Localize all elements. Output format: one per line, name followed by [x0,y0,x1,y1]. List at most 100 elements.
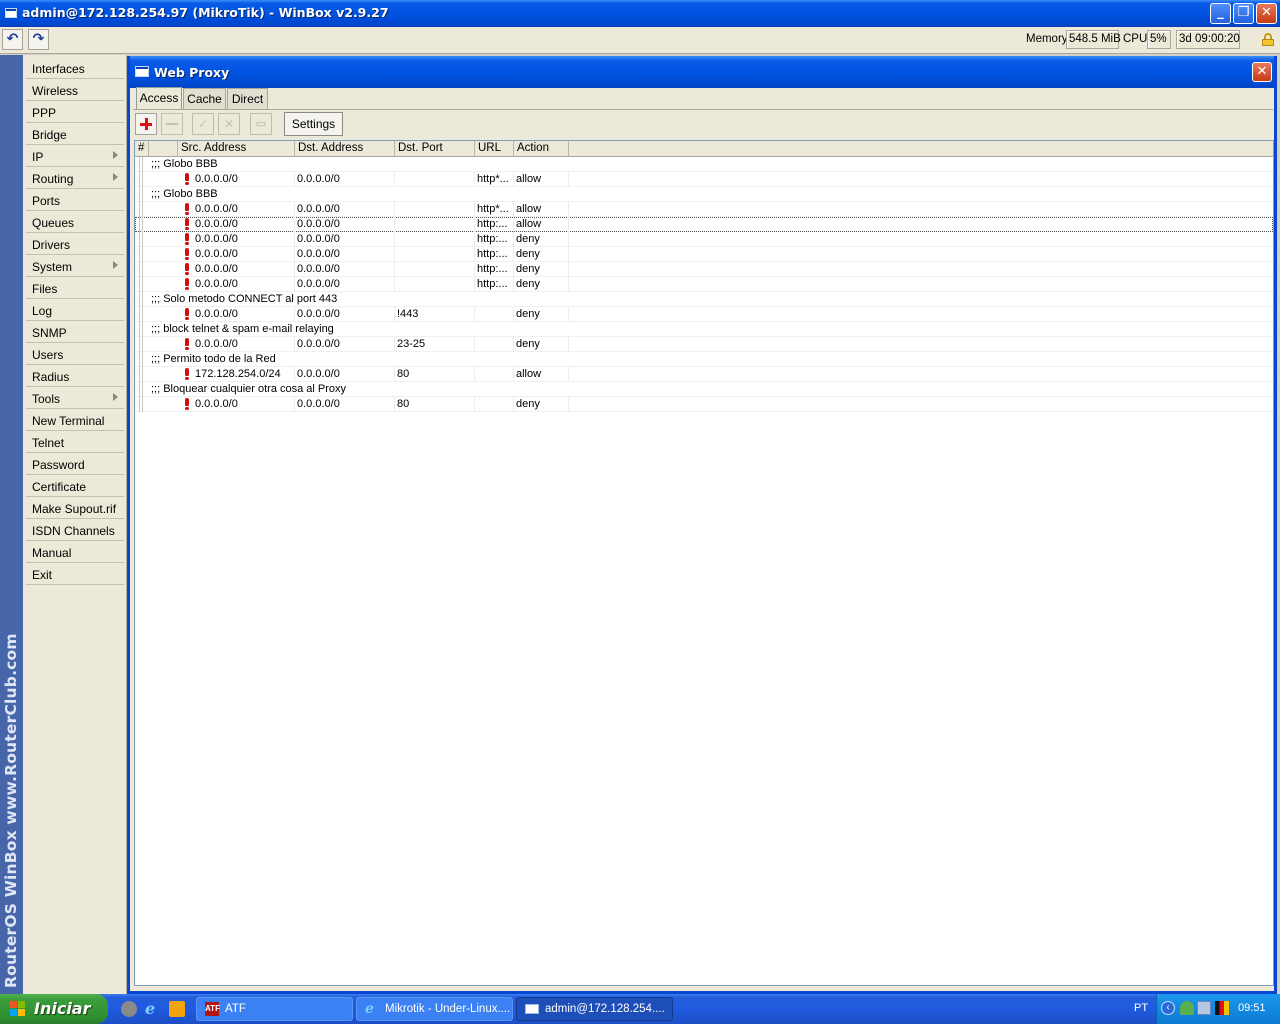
column-header-url[interactable]: URL [475,141,514,157]
sidebar-item-routing[interactable]: Routing [26,167,124,189]
sidebar-item-log[interactable]: Log [26,299,124,321]
dst-address-cell: 0.0.0.0/0 [297,173,340,185]
sidebar-item-queues[interactable]: Queues [26,211,124,233]
enable-button[interactable]: ✓ [192,113,214,135]
task-mikrotik-label: Mikrotik - Under-Linux.... [385,1003,511,1015]
sidebar-item-interfaces[interactable]: Interfaces [26,57,124,79]
src-address-cell: 0.0.0.0/0 [195,248,238,260]
language-indicator[interactable]: PT [1134,1002,1148,1014]
sidebar-item-new-terminal[interactable]: New Terminal [26,409,124,431]
sidebar-item-label: PPP [32,106,57,120]
row-grip [139,397,143,412]
remove-button[interactable] [161,113,183,135]
action-cell: allow [516,203,542,215]
sidebar-item-label: Drivers [32,238,70,252]
row-grip [139,292,143,307]
row-grip [139,157,143,172]
sidebar-item-snmp[interactable]: SNMP [26,321,124,343]
comment-row[interactable]: ;;; Globo BBB [135,187,1273,202]
rule-comment: ;;; Bloquear cualquier otra cosa al Prox… [151,383,347,395]
table-row[interactable]: 0.0.0.0/0 0.0.0.0/0 http:... allow [135,217,1273,232]
table-row[interactable]: 0.0.0.0/0 0.0.0.0/0 http*... allow [135,172,1273,187]
sidebar-item-exit[interactable]: Exit [26,563,124,585]
sidebar-item-users[interactable]: Users [26,343,124,365]
tray-expand-icon[interactable]: ‹ [1161,1001,1175,1015]
main-title-bar[interactable]: admin@172.128.254.97 (MikroTik) - WinBox… [0,0,1280,27]
table-row[interactable]: 172.128.254.0/24 0.0.0.0/0 80 allow [135,367,1273,382]
tray-user-icon[interactable] [1180,1001,1194,1015]
sidebar-item-ip[interactable]: IP [26,145,124,167]
tab-cache[interactable]: Cache [183,88,226,110]
table-row[interactable]: 0.0.0.0/0 0.0.0.0/0 80 deny [135,397,1273,412]
sidebar-item-system[interactable]: System [26,255,124,277]
quicklaunch-media-icon[interactable] [169,1001,185,1017]
table-row[interactable]: 0.0.0.0/0 0.0.0.0/0 http:... deny [135,262,1273,277]
web-proxy-close-button[interactable]: ✕ [1252,62,1272,82]
maximize-button[interactable]: ❐ [1233,3,1254,24]
tab-direct[interactable]: Direct [227,88,268,110]
dst-address-cell: 0.0.0.0/0 [297,248,340,260]
column-header-src-address[interactable]: Src. Address [178,141,295,157]
column-header-dst-port[interactable]: Dst. Port [395,141,475,157]
redo-button[interactable]: ↷ [28,29,49,50]
sidebar-item-isdn-channels[interactable]: ISDN Channels [26,519,124,541]
task-winbox[interactable]: admin@172.128.254.... [516,997,673,1021]
table-row[interactable]: 0.0.0.0/0 0.0.0.0/0 http*... allow [135,202,1273,217]
tray-flag-icon[interactable] [1215,1001,1229,1015]
sidebar-item-ports[interactable]: Ports [26,189,124,211]
comment-row[interactable]: ;;; block telnet & spam e-mail relaying [135,322,1273,337]
window-icon [135,66,149,77]
rule-comment: ;;; Globo BBB [151,188,218,200]
table-row[interactable]: 0.0.0.0/0 0.0.0.0/0 23-25 deny [135,337,1273,352]
comment-button[interactable]: ▭ [250,113,272,135]
tray-network-icon[interactable] [1197,1001,1211,1015]
task-atf[interactable]: ATF ATF [196,997,353,1021]
undo-button[interactable]: ↶ [2,29,23,50]
sidebar-item-certificate[interactable]: Certificate [26,475,124,497]
rule-comment: ;;; Solo metodo CONNECT al port 443 [151,293,338,305]
settings-button[interactable]: Settings [284,112,343,136]
row-grip [139,307,143,322]
comment-row[interactable]: ;;; Bloquear cualquier otra cosa al Prox… [135,382,1273,397]
table-row[interactable]: 0.0.0.0/0 0.0.0.0/0 !443 deny [135,307,1273,322]
comment-row[interactable]: ;;; Globo BBB [135,157,1273,172]
sidebar-item-radius[interactable]: Radius [26,365,124,387]
dst-port-cell: !443 [397,308,419,320]
close-button[interactable]: ✕ [1256,3,1277,24]
tab-access[interactable]: Access [136,87,182,110]
sidebar-item-telnet[interactable]: Telnet [26,431,124,453]
sidebar-item-drivers[interactable]: Drivers [26,233,124,255]
sidebar-item-label: Make Supout.rif [32,502,117,516]
invalid-rule-icon [183,307,191,321]
sidebar-item-make-supout-rif[interactable]: Make Supout.rif [26,497,124,519]
add-button[interactable] [135,113,157,135]
quicklaunch-ie-icon[interactable]: e [145,1001,161,1017]
column-header-dst-address[interactable]: Dst. Address [295,141,395,157]
sidebar-item-bridge[interactable]: Bridge [26,123,124,145]
comment-row[interactable]: ;;; Permito todo de la Red [135,352,1273,367]
start-button[interactable]: Iniciar [0,994,108,1024]
sidebar-item-ppp[interactable]: PPP [26,101,124,123]
task-mikrotik-browser[interactable]: e Mikrotik - Under-Linux.... [356,997,513,1021]
sidebar-item-tools[interactable]: Tools [26,387,124,409]
comment-row[interactable]: ;;; Solo metodo CONNECT al port 443 [135,292,1273,307]
dst-address-cell: 0.0.0.0/0 [297,218,340,230]
table-header: # Src. Address Dst. Address Dst. Port UR… [135,141,1273,157]
sidebar-item-password[interactable]: Password [26,453,124,475]
sidebar-item-wireless[interactable]: Wireless [26,79,124,101]
table-row[interactable]: 0.0.0.0/0 0.0.0.0/0 http:... deny [135,277,1273,292]
table-row[interactable]: 0.0.0.0/0 0.0.0.0/0 http:... deny [135,232,1273,247]
minus-icon [166,123,178,125]
sidebar-item-manual[interactable]: Manual [26,541,124,563]
quicklaunch-app-icon[interactable] [121,1001,137,1017]
minimize-button[interactable]: _ [1210,3,1231,24]
web-proxy-title-bar[interactable]: Web Proxy ✕ [130,56,1274,88]
column-header-action[interactable]: Action [514,141,569,157]
sidebar-item-label: Log [32,304,53,318]
column-header-number[interactable]: # [135,141,149,157]
sidebar-item-files[interactable]: Files [26,277,124,299]
action-cell: allow [516,173,542,185]
disable-button[interactable]: ✕ [218,113,240,135]
table-row[interactable]: 0.0.0.0/0 0.0.0.0/0 http:... deny [135,247,1273,262]
row-grip [139,352,143,367]
